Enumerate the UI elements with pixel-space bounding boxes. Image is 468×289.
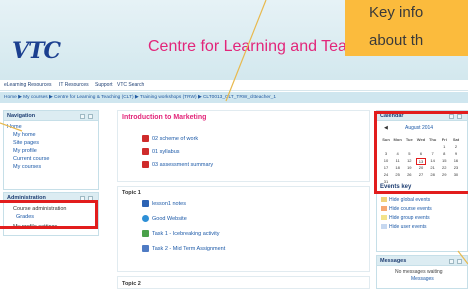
annotation-arrows [0, 0, 468, 265]
arrow-to-intro [225, 0, 267, 102]
arrow-to-navigation [0, 122, 23, 132]
arrow-to-events [457, 250, 468, 265]
